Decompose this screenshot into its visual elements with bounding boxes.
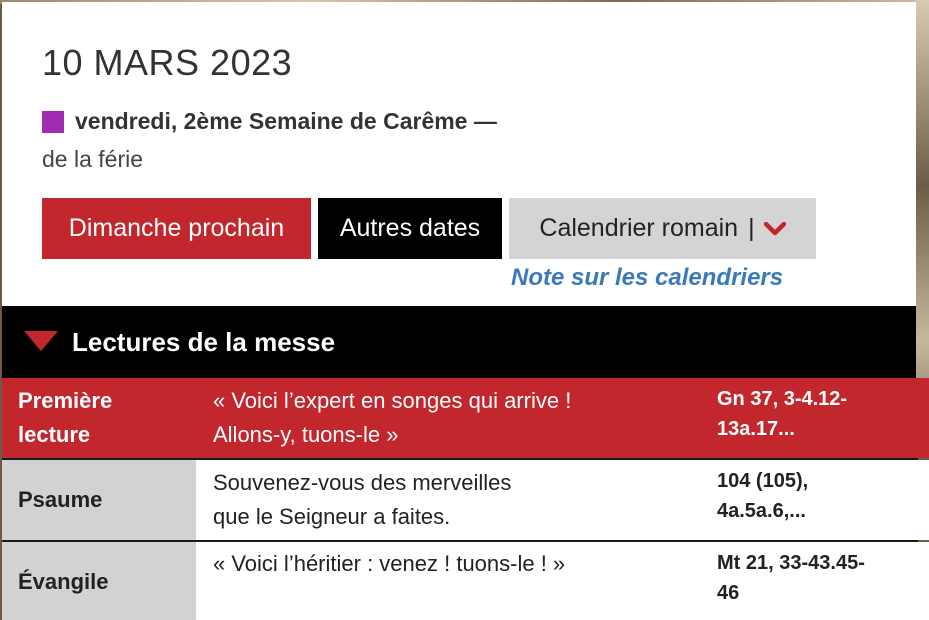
liturgical-day: vendredi, 2ème Semaine de Carême — [42,108,497,135]
reading-title-line: « Voici l’expert en songes qui arrive ! [213,388,572,413]
reading-label: Psaume [2,460,196,540]
reading-row-psalm[interactable]: Psaume Souvenez-vous des merveilles que … [2,460,929,540]
reading-reference-line: Mt 21, 33-43.45- [717,552,865,574]
reading-title: Souvenez-vous des merveilles que le Seig… [196,460,699,540]
reading-label: Évangile [2,542,196,620]
reading-label: Première lecture [2,378,196,458]
reading-reference: 104 (105), 4a.5a.6,... [699,460,929,540]
calendar-note-link[interactable]: Note sur les calendriers [511,264,783,292]
feria-label: de la férie [42,146,144,172]
reading-label-line: Évangile [18,569,109,594]
reading-title: « Voici l’expert en songes qui arrive ! … [196,378,699,458]
calendar-select-button[interactable]: Calendrier romain | [509,198,816,259]
calendar-select-label: Calendrier romain [539,214,739,242]
reading-reference-line: Gn 37, 3-4.12- [717,388,848,410]
reading-reference-line: 4a.5a.6,... [717,500,806,522]
reading-reference-line: 104 (105), [717,470,809,492]
reading-title-line: Souvenez-vous des merveilles [213,470,512,495]
liturgical-day-text: vendredi, 2ème Semaine de Carême — [75,108,497,134]
readings-section-header[interactable]: Lectures de la messe [2,306,916,378]
section-title: Lectures de la messe [72,326,336,357]
reading-title-line: que le Seigneur a faites. [213,504,451,529]
calendar-separator: | [748,214,755,242]
reading-title: « Voici l’héritier : venez ! tuons-le ! … [196,542,699,620]
reading-label-line: Première [18,388,113,413]
liturgical-color-swatch [42,110,64,133]
reading-reference: Mt 21, 33-43.45- 46 [699,542,929,620]
liturgy-panel: 10 MARS 2023 vendredi, 2ème Semaine de C… [2,2,929,620]
reading-row-gospel[interactable]: Évangile « Voici l’héritier : venez ! tu… [2,542,929,620]
reading-reference-line: 46 [717,582,740,604]
other-dates-button[interactable]: Autres dates [318,198,502,259]
page-title: 10 MARS 2023 [42,42,293,83]
reading-label-line: lecture [18,422,91,447]
other-dates-label: Autres dates [339,214,481,242]
next-sunday-label: Dimanche prochain [68,214,285,242]
next-sunday-button[interactable]: Dimanche prochain [42,198,311,259]
reading-label-line: Psaume [18,487,103,512]
reading-reference-line: 13a.17... [717,418,795,440]
reading-reference: Gn 37, 3-4.12- 13a.17... [699,378,929,458]
reading-row-first[interactable]: Première lecture « Voici l’expert en son… [2,378,929,458]
chevron-down-icon [763,221,786,236]
triangle-down-icon [24,331,58,353]
reading-title-line: Allons-y, tuons-le » [213,422,399,447]
reading-title-line: « Voici l’héritier : venez ! tuons-le ! … [213,551,566,576]
